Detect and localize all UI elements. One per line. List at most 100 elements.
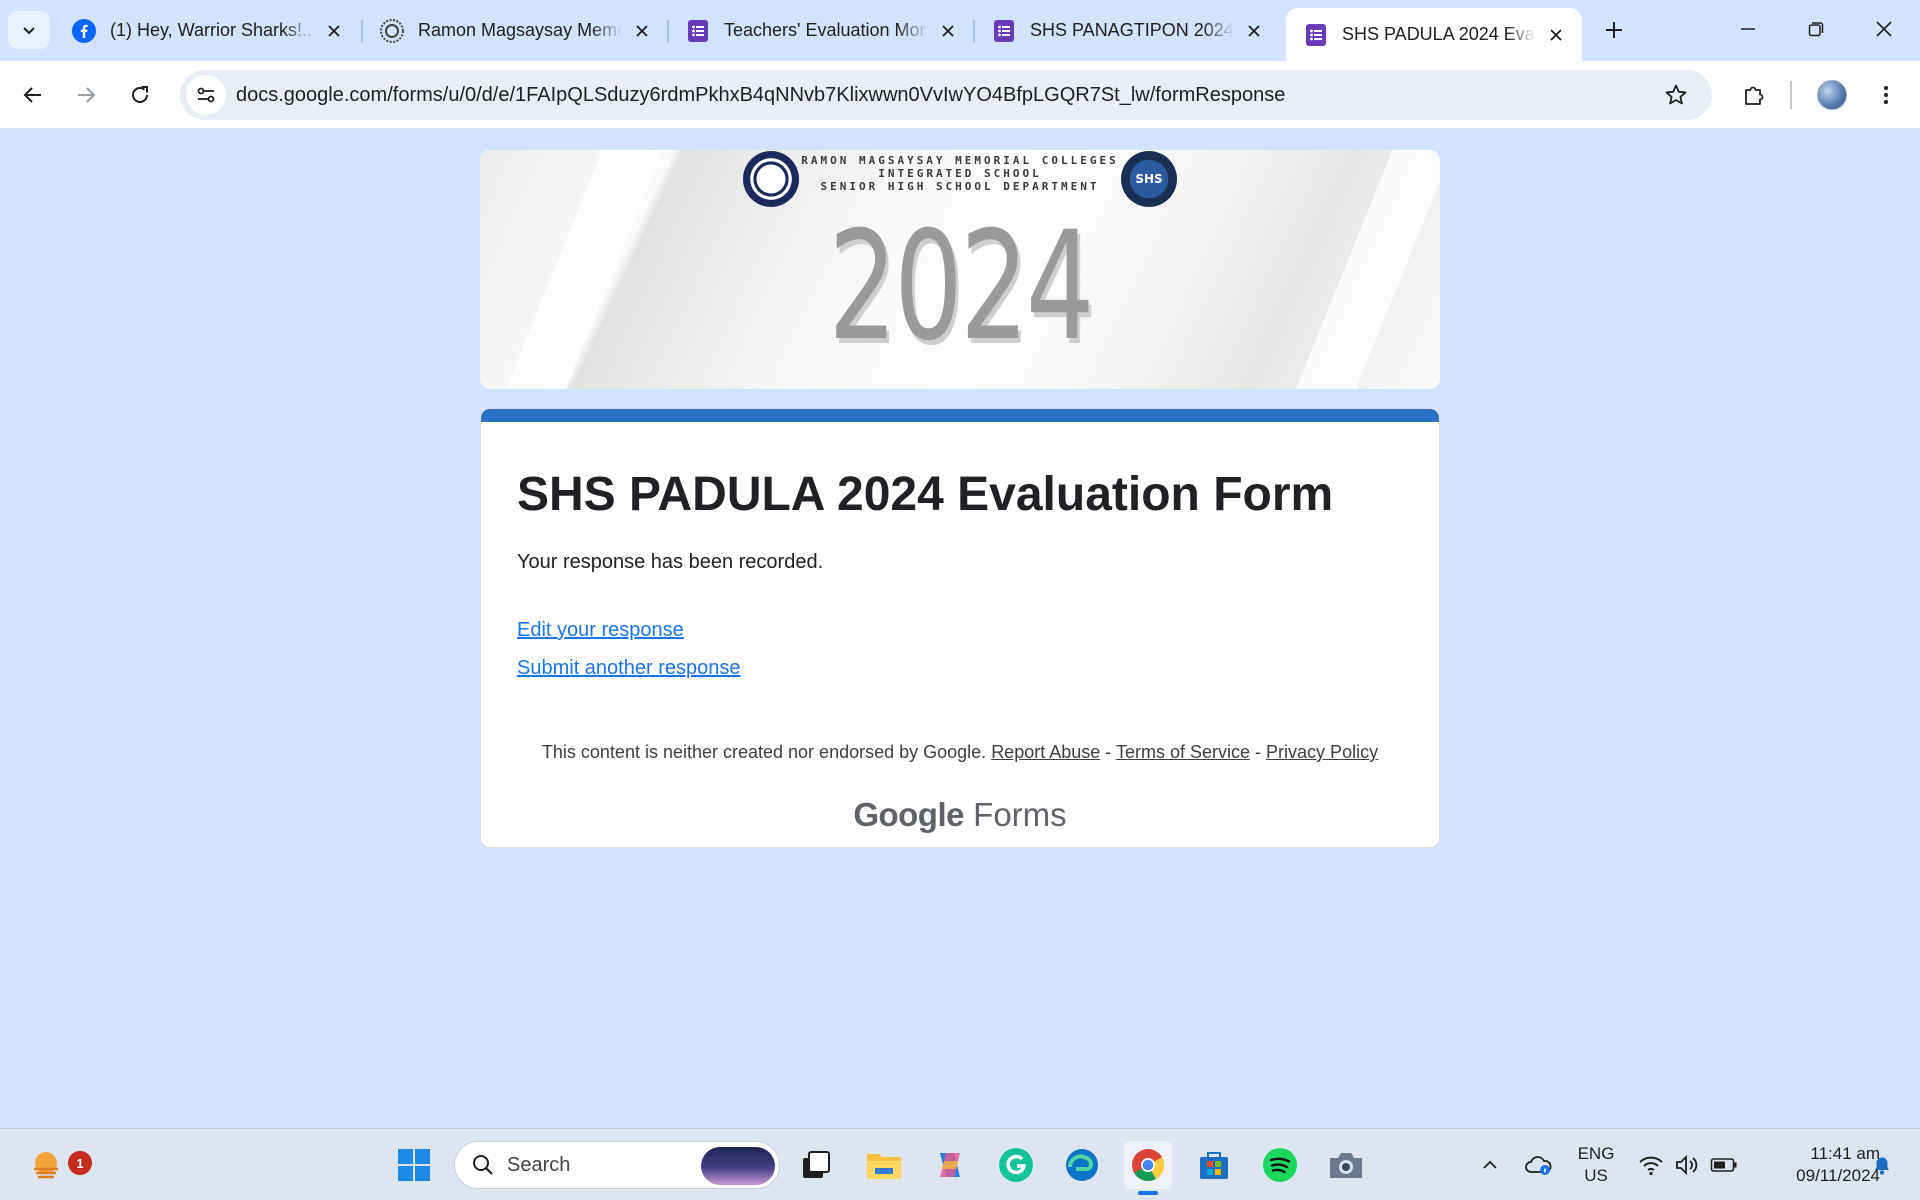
minimize-button[interactable] [1714, 0, 1782, 58]
form-title: SHS PADULA 2024 Evaluation Form [517, 468, 1334, 521]
cloud-icon [1525, 1156, 1552, 1175]
start-button[interactable] [390, 1141, 438, 1189]
close-window-button[interactable] [1850, 0, 1918, 58]
windows-taskbar: 1 Search ENG US 11:41 am 09/11/2024 [0, 1128, 1920, 1200]
tab-strip: (1) Hey, Warrior Sharks!... Ramon Magsay… [0, 0, 1920, 61]
restore-button[interactable] [1782, 0, 1850, 58]
tab-ramon-magsaysay[interactable]: Ramon Magsaysay Memorial Colleges [362, 8, 668, 53]
weather-widget[interactable]: 1 [22, 1141, 92, 1189]
tab-title: SHS PANAGTIPON 2024 Evaluation [1030, 20, 1234, 40]
facebook-icon [72, 18, 96, 43]
school-name-line: INTEGRATED SCHOOL [878, 167, 1042, 180]
footer-disclaimer: This content is neither created nor endo… [0, 742, 1920, 763]
shs-shield-logo: SHS [1121, 151, 1177, 207]
brand-forms: Forms [973, 796, 1067, 833]
spotify-button[interactable] [1256, 1141, 1304, 1189]
search-placeholder: Search [507, 1153, 571, 1176]
copilot-button[interactable] [926, 1141, 974, 1189]
plus-icon [1606, 22, 1622, 38]
school-seal-logo [743, 151, 799, 207]
tab-title: Ramon Magsaysay Memorial Colleges [418, 20, 622, 40]
arrow-right-icon [78, 87, 96, 103]
chevron-down-icon [23, 27, 35, 35]
arrow-left-icon [23, 87, 41, 103]
bookmark-star-icon[interactable] [1656, 75, 1696, 115]
task-view-button[interactable] [792, 1141, 840, 1189]
close-icon[interactable] [936, 19, 960, 43]
brand-google: Google [853, 796, 964, 833]
new-tab-button[interactable] [1596, 12, 1632, 48]
wifi-tray[interactable] [1636, 1129, 1666, 1200]
search-highlight-image [701, 1147, 775, 1185]
privacy-link[interactable]: Privacy Policy [1266, 742, 1378, 762]
back-button[interactable] [11, 73, 55, 117]
google-forms-logo[interactable]: Google Forms [0, 796, 1920, 834]
confirmation-message: Your response has been recorded. [517, 551, 824, 573]
battery-tray[interactable] [1708, 1129, 1740, 1200]
google-forms-icon [686, 19, 710, 43]
address-bar[interactable]: docs.google.com/forms/u/0/d/e/1FAIpQLSdu… [180, 70, 1712, 120]
url-text[interactable]: docs.google.com/forms/u/0/d/e/1FAIpQLSdu… [236, 84, 1656, 107]
close-icon[interactable] [630, 19, 654, 43]
clock-time: 11:41 am [1810, 1144, 1880, 1163]
wifi-icon [1639, 1156, 1663, 1176]
browser-menu-button[interactable] [1864, 73, 1908, 117]
taskbar-search[interactable]: Search [454, 1141, 780, 1189]
tab-shs-panagtipon[interactable]: SHS PANAGTIPON 2024 Evaluation [974, 8, 1280, 53]
extensions-button[interactable] [1732, 73, 1776, 117]
file-explorer-button[interactable] [860, 1141, 908, 1189]
profile-button[interactable] [1810, 73, 1854, 117]
microsoft-store-icon [1200, 1152, 1228, 1179]
school-name: RAMON MAGSAYSAY MEMORIAL COLLEGES INTEGR… [800, 154, 1120, 193]
tab-title: Teachers' Evaluation Monitoring [724, 20, 928, 40]
camera-button[interactable] [1322, 1141, 1370, 1189]
browser-toolbar: docs.google.com/forms/u/0/d/e/1FAIpQLSdu… [0, 61, 1920, 129]
site-settings-icon[interactable] [186, 75, 226, 115]
tab-search-button[interactable] [8, 11, 50, 49]
close-icon [1876, 21, 1892, 37]
restore-icon [1808, 22, 1824, 37]
submit-another-link[interactable]: Submit another response [517, 657, 740, 680]
school-name-line: RAMON MAGSAYSAY MEMORIAL COLLEGES [801, 154, 1119, 167]
forward-button[interactable] [64, 73, 108, 117]
response-card: SHS PADULA 2024 Evaluation Form Your res… [480, 408, 1440, 848]
tab-teachers-evaluation[interactable]: Teachers' Evaluation Monitoring [668, 8, 974, 53]
school-seal-icon [380, 18, 404, 43]
system-clock[interactable]: 11:41 am 09/11/2024 [1752, 1143, 1880, 1187]
bell-icon [1875, 1157, 1889, 1175]
language-code: ENG [1577, 1144, 1615, 1163]
grammarly-button[interactable] [992, 1141, 1040, 1189]
reload-button[interactable] [118, 73, 162, 117]
task-view-icon [803, 1151, 830, 1178]
report-abuse-link[interactable]: Report Abuse [991, 742, 1100, 762]
notifications-button[interactable] [1864, 1129, 1900, 1200]
grammarly-icon [999, 1148, 1033, 1182]
close-icon[interactable] [1544, 23, 1568, 47]
tab-facebook[interactable]: (1) Hey, Warrior Sharks!... [54, 8, 360, 53]
battery-icon [1710, 1158, 1737, 1172]
edge-button[interactable] [1058, 1141, 1106, 1189]
form-header-banner: RAMON MAGSAYSAY MEMORIAL COLLEGES INTEGR… [480, 150, 1440, 389]
show-hidden-icons-button[interactable] [1474, 1129, 1506, 1200]
google-forms-icon [1304, 23, 1328, 47]
copilot-icon [940, 1153, 960, 1177]
file-explorer-icon [867, 1154, 901, 1179]
close-icon[interactable] [1242, 19, 1266, 43]
toolbar-divider [1790, 81, 1792, 109]
terms-link[interactable]: Terms of Service [1116, 742, 1250, 762]
close-icon[interactable] [322, 19, 346, 43]
onedrive-tray[interactable] [1520, 1129, 1556, 1200]
chevron-up-icon [1483, 1160, 1497, 1169]
tab-shs-padula[interactable]: SHS PADULA 2024 Evaluation Form [1286, 8, 1582, 61]
search-icon [473, 1155, 493, 1175]
card-accent-bar [481, 409, 1439, 422]
microsoft-store-button[interactable] [1190, 1141, 1238, 1189]
edge-icon [1066, 1149, 1098, 1181]
language-indicator[interactable]: ENG US [1568, 1143, 1624, 1187]
edit-response-link[interactable]: Edit your response [517, 619, 684, 642]
chrome-button[interactable] [1124, 1141, 1172, 1195]
separator: - [1105, 742, 1112, 762]
form-page: RAMON MAGSAYSAY MEMORIAL COLLEGES INTEGR… [0, 130, 1920, 1128]
separator: - [1255, 742, 1262, 762]
volume-tray[interactable] [1672, 1129, 1702, 1200]
